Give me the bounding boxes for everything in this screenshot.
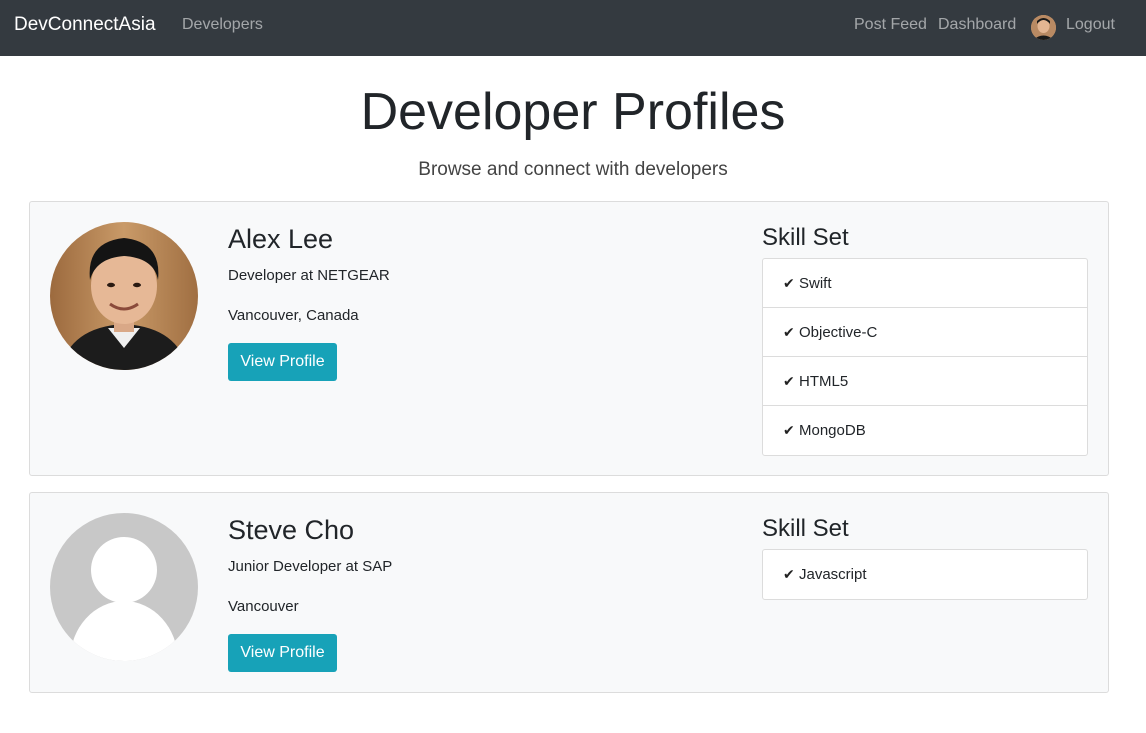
skill-label: HTML5 [799,372,849,390]
developer-name: Steve Cho [228,515,355,545]
check-icon: ✔ [783,323,795,340]
skill-list: ✔ Swift ✔ Objective-C ✔ HTML5 ✔ MongoDB [762,258,1088,456]
brand-link[interactable]: DevConnectAsia [14,14,156,36]
profile-avatar [50,222,198,370]
profile-card: Alex Lee Developer at NETGEAR Vancouver,… [29,201,1109,476]
check-icon: ✔ [783,422,795,438]
skill-item: ✔ Javascript [763,550,1087,599]
nav-post-feed-link[interactable]: Post Feed [854,16,927,34]
page-title: Developer Profiles [360,83,786,141]
developer-name: Alex Lee [228,224,334,254]
navbar: DevConnectAsia Developers Post Feed Dash… [0,0,1146,56]
skill-item: ✔ MongoDB [763,406,1087,455]
skill-label: MongoDB [799,422,866,439]
skill-label: Swift [799,274,832,292]
developer-status: Junior Developer at SAP [228,558,393,575]
developer-location: Vancouver, Canada [228,307,359,324]
check-icon: ✔ [783,372,795,389]
developer-location: Vancouver [228,598,299,615]
skill-item: ✔ HTML5 [763,357,1087,406]
skill-list: ✔ Javascript [762,549,1088,600]
nav-developers-link[interactable]: Developers [182,16,263,34]
profile-card: Steve Cho Junior Developer at SAP Vancou… [29,492,1109,693]
developer-status: Developer at NETGEAR [228,267,390,284]
view-profile-button[interactable]: View Profile [228,343,337,381]
skill-label: Javascript [799,566,867,583]
check-icon: ✔ [783,274,795,291]
check-icon: ✔ [783,566,795,582]
view-profile-button[interactable]: View Profile [228,634,337,672]
skill-item: ✔ Swift [763,259,1087,308]
skill-label: Objective-C [799,323,878,341]
skill-set-heading: Skill Set [762,515,849,542]
skill-set-heading: Skill Set [762,224,849,251]
skill-item: ✔ Objective-C [763,308,1087,357]
default-user-icon [50,513,198,661]
page-subtitle: Browse and connect with developers [418,159,728,180]
user-avatar[interactable] [1031,15,1056,40]
nav-logout-link[interactable]: Logout [1066,16,1115,34]
nav-dashboard-link[interactable]: Dashboard [938,16,1016,34]
